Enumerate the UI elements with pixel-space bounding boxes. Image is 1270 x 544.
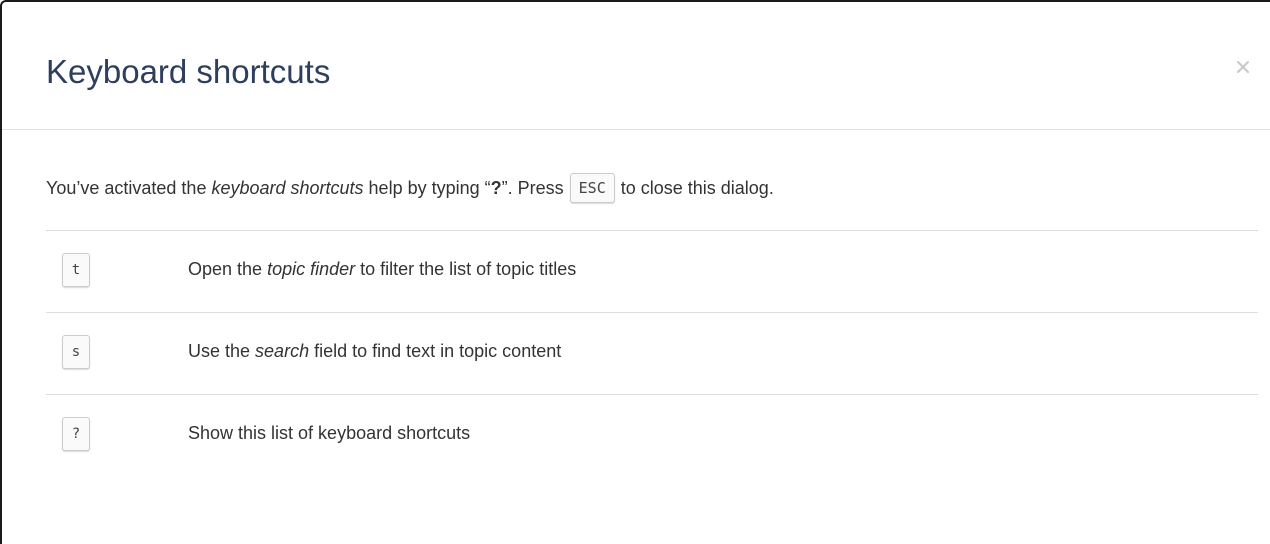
- description-emphasis: search: [255, 341, 310, 361]
- shortcut-key: ?: [62, 417, 90, 451]
- shortcut-key: t: [62, 253, 90, 287]
- close-icon: [1237, 61, 1249, 73]
- intro-emphasis: keyboard shortcuts: [211, 178, 364, 198]
- keyboard-shortcuts-dialog: Keyboard shortcuts You’ve activated the …: [0, 0, 1270, 544]
- shortcut-row-topic-finder: t Open the topic finder to filter the li…: [46, 231, 1258, 313]
- intro-text-part: to close this dialog.: [620, 178, 774, 198]
- shortcut-description: Show this list of keyboard shortcuts: [188, 419, 470, 447]
- intro-text-part: You’ve activated the: [46, 178, 212, 198]
- dialog-header: Keyboard shortcuts: [2, 2, 1270, 130]
- dialog-title: Keyboard shortcuts: [46, 53, 331, 90]
- shortcut-row-help: ? Show this list of keyboard shortcuts: [46, 395, 1258, 476]
- description-emphasis: topic finder: [267, 259, 356, 279]
- description-part: field to find text in topic content: [309, 341, 562, 361]
- esc-key: ESC: [569, 173, 615, 204]
- shortcut-row-search: s Use the search field to find text in t…: [46, 313, 1258, 395]
- description-part: Show this list of keyboard shortcuts: [188, 423, 471, 443]
- intro-question-mark: ?: [490, 178, 502, 198]
- intro-text-part: ”. Press: [501, 178, 564, 198]
- shortcut-description: Open the topic finder to filter the list…: [188, 255, 576, 283]
- shortcut-description: Use the search field to find text in top…: [188, 337, 561, 365]
- description-part: Use the: [188, 341, 256, 361]
- intro-text: You’ve activated the keyboard shortcuts …: [46, 172, 774, 204]
- description-part: to filter the list of topic titles: [355, 259, 577, 279]
- close-button[interactable]: [1226, 50, 1260, 84]
- description-part: Open the: [188, 259, 268, 279]
- shortcut-list: t Open the topic finder to filter the li…: [46, 230, 1258, 476]
- shortcut-key: s: [62, 335, 90, 369]
- intro-text-part: help by typing “: [363, 178, 491, 198]
